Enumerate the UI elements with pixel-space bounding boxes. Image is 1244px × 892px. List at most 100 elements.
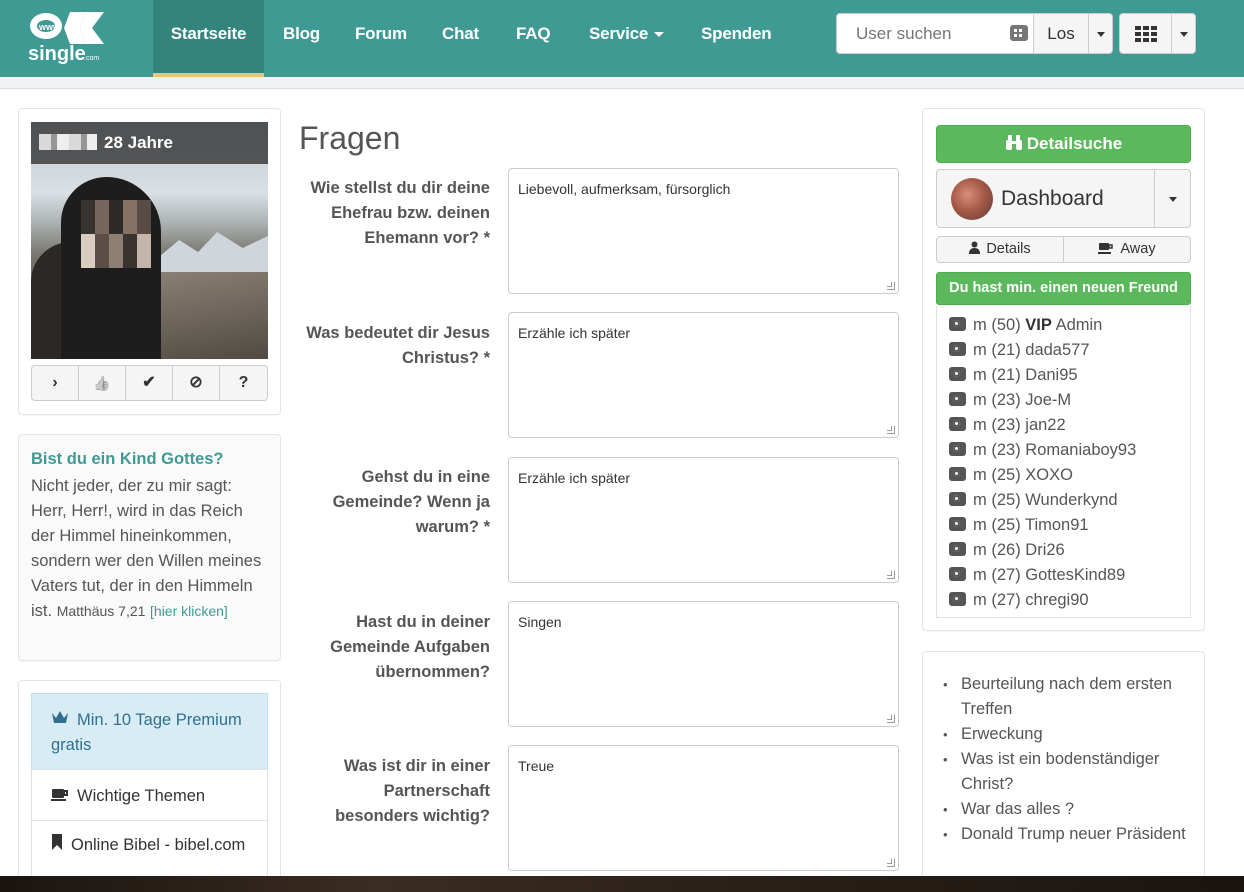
friend-row[interactable]: m (25) Timon91	[949, 516, 1089, 541]
friend-row[interactable]: m (21) dada577	[949, 341, 1090, 366]
friend-row[interactable]: m (26) Dri26	[949, 541, 1065, 566]
logo-badge: www	[38, 22, 61, 32]
verse-link[interactable]: [hier klicken]	[150, 603, 228, 619]
nav-label: Spenden	[701, 24, 772, 43]
resize-grip-icon[interactable]	[887, 571, 895, 579]
photo-caption-bar: 28 Jahre	[31, 122, 268, 164]
caret-down-icon	[1169, 197, 1177, 202]
verse-body: Nicht jeder, der zu mir sagt: Herr, Herr…	[31, 477, 262, 620]
answer-textarea[interactable]: Liebevoll, aufmerksam, fürsorglich	[508, 168, 899, 294]
friend-age: (27)	[991, 566, 1021, 584]
site-logo[interactable]: www single .com	[26, 10, 106, 65]
answer-text: Erzähle ich später	[518, 470, 631, 486]
topic-link[interactable]: Was ist ein bodenständiger Christ?	[943, 747, 1193, 797]
question-icon: ?	[238, 374, 249, 391]
logo-suffix: .com	[84, 55, 99, 62]
answer-textarea[interactable]: Treue	[508, 745, 899, 871]
menu-item-themen[interactable]: Wichtige Themen	[31, 769, 268, 821]
friend-name: dada577	[1025, 341, 1090, 359]
resize-grip-icon[interactable]	[887, 859, 895, 867]
friend-gender: m	[973, 591, 987, 609]
friend-row[interactable]: m (23) jan22	[949, 416, 1066, 441]
like-button[interactable]: 👍	[78, 365, 126, 401]
question-label: Gehst du in eine Gemeinde? Wenn ja warum…	[332, 468, 490, 536]
search-submit-button[interactable]: Los	[1033, 13, 1089, 54]
topic-link[interactable]: Erweckung	[943, 722, 1193, 747]
blurred-username	[39, 134, 97, 150]
away-button[interactable]: Away	[1063, 236, 1191, 263]
friend-row[interactable]: m (23) Joe-M	[949, 391, 1071, 416]
nav-startseite[interactable]: Startseite	[153, 0, 264, 77]
apps-grid-dropdown[interactable]	[1171, 13, 1196, 54]
friend-name: jan22	[1025, 416, 1066, 434]
user-search-input[interactable]	[836, 13, 1034, 54]
navbar-shadow	[0, 77, 1244, 89]
friend-name: chregi90	[1025, 591, 1089, 609]
answer-textarea[interactable]: Erzähle ich später	[508, 312, 899, 438]
new-friend-alert[interactable]: Du hast min. einen neuen Freund	[936, 272, 1191, 305]
answer-text: Singen	[518, 614, 562, 630]
question-label: Was bedeutet dir Jesus Christus? *	[306, 324, 490, 367]
resize-grip-icon[interactable]	[887, 715, 895, 723]
friend-age: (23)	[991, 441, 1021, 459]
friend-age: (25)	[991, 466, 1021, 484]
friend-name: Dri26	[1025, 541, 1065, 559]
friend-age: (21)	[991, 341, 1021, 359]
details-button[interactable]: Details	[936, 236, 1064, 263]
friend-row[interactable]: m (25) Wunderkynd	[949, 491, 1118, 516]
detail-search-button[interactable]: Detailsuche	[936, 125, 1191, 163]
nav-service-dropdown[interactable]: Service	[589, 0, 665, 77]
nav-blog[interactable]: Blog	[283, 0, 320, 77]
search-options-dropdown[interactable]	[1088, 13, 1113, 54]
answer-text: Liebevoll, aufmerksam, fürsorglich	[518, 181, 731, 197]
nav-chat[interactable]: Chat	[442, 0, 479, 77]
help-button[interactable]: ?	[219, 365, 268, 401]
friend-row[interactable]: m (27) GottesKind89	[949, 566, 1125, 591]
friend-gender: m	[973, 341, 987, 359]
nav-label: Chat	[442, 24, 479, 43]
apps-grid-button[interactable]	[1119, 13, 1172, 54]
menu-label: Min. 10 Tage Premium gratis	[51, 711, 242, 754]
crown-icon	[51, 708, 69, 733]
topic-link[interactable]: Donald Trump neuer Präsident	[943, 822, 1193, 847]
answer-textarea[interactable]: Erzähle ich später	[508, 457, 899, 583]
user-icon	[969, 238, 981, 263]
dashboard-button[interactable]: Dashboard	[936, 169, 1155, 228]
dashboard-dropdown[interactable]	[1154, 169, 1191, 228]
block-button[interactable]: ⊘	[172, 365, 220, 401]
friend-row[interactable]: m (27) chregi90	[949, 591, 1089, 616]
nav-forum[interactable]: Forum	[355, 0, 407, 77]
topic-link[interactable]: War das alles ?	[943, 797, 1193, 822]
profile-photo[interactable]: 28 Jahre	[31, 122, 268, 359]
friend-row[interactable]: m (50) VIP Admin	[949, 316, 1102, 341]
topic-list: Beurteilung nach dem ersten Treffen Erwe…	[943, 672, 1193, 847]
resize-grip-icon[interactable]	[887, 426, 895, 434]
vip-badge: VIP	[1025, 316, 1052, 334]
avatar	[951, 178, 993, 220]
friend-gender: m	[973, 566, 987, 584]
friend-name: Timon91	[1024, 516, 1089, 534]
topic-link[interactable]: Beurteilung nach dem ersten Treffen	[943, 672, 1193, 722]
friend-row[interactable]: m (25) XOXO	[949, 466, 1073, 491]
question-label: Wie stellst du dir deine Ehefrau bzw. de…	[310, 179, 490, 247]
friend-name: Romaniaboy93	[1025, 441, 1137, 459]
button-label: Away	[1120, 241, 1156, 257]
button-label: Detailsuche	[1026, 134, 1123, 153]
next-profile-button[interactable]: ›	[31, 365, 79, 401]
ban-icon: ⊘	[189, 374, 203, 391]
bible-verse-title[interactable]: Bist du ein Kind Gottes?	[31, 450, 224, 469]
friend-row[interactable]: m (23) Romaniaboy93	[949, 441, 1136, 466]
nav-faq[interactable]: FAQ	[516, 0, 551, 77]
keypad-icon	[1010, 25, 1028, 41]
nav-spenden[interactable]: Spenden	[701, 0, 772, 77]
menu-item-bibel[interactable]: Online Bibel - bibel.com	[31, 820, 268, 880]
check-icon: ✔	[142, 374, 156, 391]
accept-button[interactable]: ✔	[125, 365, 173, 401]
menu-label: Wichtige Themen	[77, 787, 206, 805]
resize-grip-icon[interactable]	[887, 282, 895, 290]
friend-row[interactable]: m (21) Dani95	[949, 366, 1078, 391]
friend-gender: m	[973, 316, 987, 334]
answer-textarea[interactable]: Singen	[508, 601, 899, 727]
menu-item-premium[interactable]: Min. 10 Tage Premium gratis	[31, 693, 268, 770]
friend-gender: m	[973, 416, 987, 434]
